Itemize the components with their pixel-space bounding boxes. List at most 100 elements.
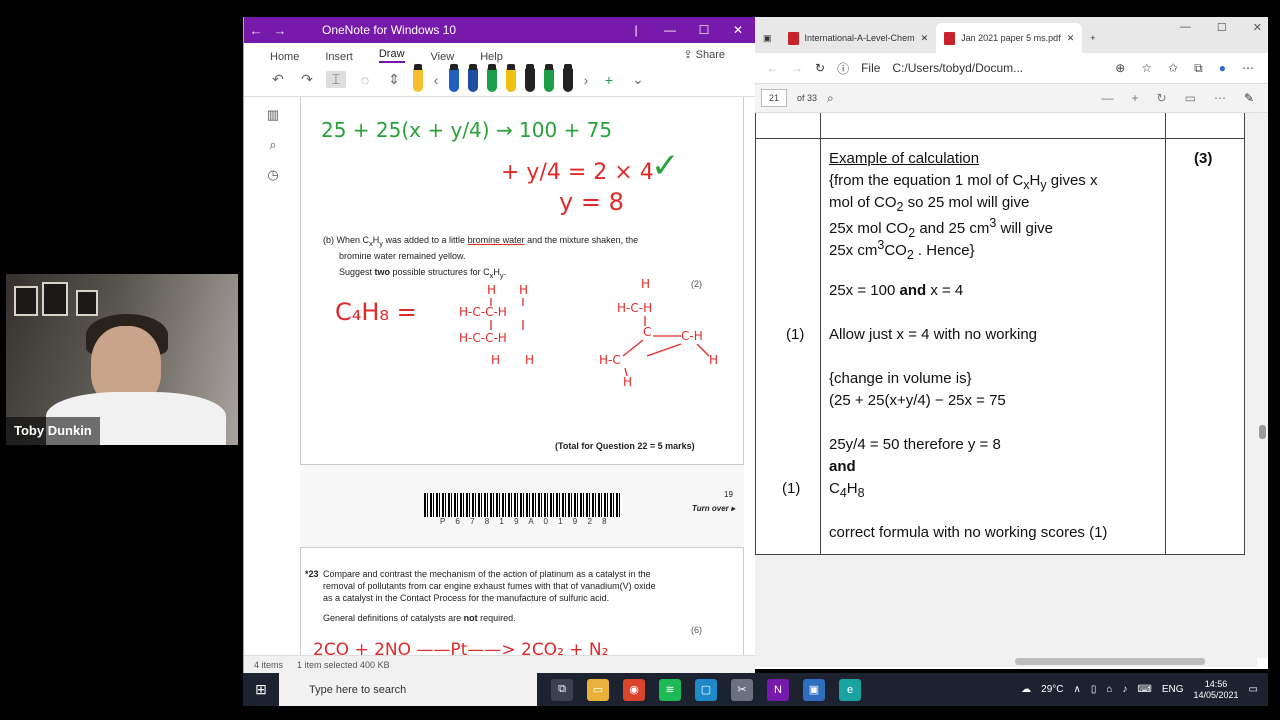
lasso-select-icon[interactable]: ◌	[355, 72, 375, 88]
minimize-icon[interactable]: —	[653, 17, 687, 43]
new-tab-icon[interactable]: +	[1082, 23, 1103, 53]
browser-tab-active[interactable]: Jan 2021 paper 5 ms.pdf ✕	[936, 23, 1083, 53]
file-explorer-icon[interactable]: ▭	[587, 678, 609, 701]
edge-icon[interactable]: e	[839, 678, 861, 701]
onenote-icon[interactable]: N	[767, 678, 789, 701]
scrollbar-thumb[interactable]	[1259, 425, 1266, 439]
back-arrow-icon[interactable]: ←	[767, 61, 779, 75]
battery-icon[interactable]: ▯	[1091, 684, 1097, 695]
forward-arrow-icon[interactable]: →	[791, 61, 803, 75]
notebooks-icon[interactable]: ▥	[267, 107, 279, 123]
chevron-right-icon[interactable]: ›	[582, 72, 590, 88]
undo-icon[interactable]: ↶	[268, 71, 288, 88]
collections-icon[interactable]: ⧉	[1194, 61, 1203, 76]
app-icon[interactable]: ▢	[695, 678, 717, 701]
recent-icon[interactable]: ◷	[267, 167, 278, 183]
pen-green-icon[interactable]	[487, 63, 497, 92]
pin-icon[interactable]: ✎	[1244, 91, 1254, 105]
tab-actions-icon[interactable]: ▣	[755, 23, 780, 53]
tab-home[interactable]: Home	[270, 51, 299, 63]
rotate-icon[interactable]: ↻	[1157, 91, 1167, 105]
svg-text:H: H	[709, 353, 718, 367]
chevron-down-icon[interactable]: ⌄	[628, 71, 648, 88]
redo-icon[interactable]: ↷	[297, 71, 317, 88]
favorites-icon[interactable]: ✩	[1168, 61, 1178, 76]
insert-space-icon[interactable]: ⇕	[384, 71, 404, 88]
back-arrow-icon[interactable]: ←	[244, 23, 268, 38]
search-icon[interactable]: ⌕	[269, 137, 276, 153]
start-button[interactable]: ⊞	[243, 681, 279, 698]
more-icon[interactable]: ⋯	[1242, 61, 1254, 76]
url-field[interactable]: ⓘ File C:/Users/tobyd/Docum...	[837, 60, 1023, 77]
maximize-icon[interactable]: ☐	[1217, 21, 1227, 34]
highlighter-pen-icon[interactable]	[413, 63, 423, 92]
favorite-icon[interactable]: ☆	[1141, 61, 1152, 76]
vertical-scrollbar[interactable]	[1257, 113, 1268, 658]
share-button[interactable]: ⇪ Share	[683, 48, 725, 61]
page-canvas[interactable]: 25 + 25(x + y/4) → 100 + 75 + y/4 = 2 × …	[300, 97, 744, 655]
pen-navy-icon[interactable]	[468, 63, 478, 92]
scrollbar-thumb[interactable]	[1015, 658, 1205, 665]
close-icon[interactable]: ✕	[1253, 21, 1262, 34]
pdf-icon	[787, 31, 799, 45]
pen-green-icon[interactable]	[544, 63, 554, 92]
keyboard-icon[interactable]: ⌨	[1137, 684, 1151, 695]
chevron-up-icon[interactable]: ∧	[1074, 684, 1081, 695]
temperature[interactable]: 29°C	[1041, 684, 1063, 695]
photos-icon[interactable]: ▣	[803, 678, 825, 701]
horizontal-scrollbar[interactable]	[755, 656, 1257, 667]
handwritten-equation: 25 + 25(x + y/4) → 100 + 75	[321, 118, 613, 142]
close-tab-icon[interactable]: ✕	[1067, 33, 1075, 44]
browser-tab[interactable]: International-A-Level-Chem ✕	[780, 23, 937, 53]
snipping-tool-icon[interactable]: ✂	[731, 678, 753, 701]
page-view-icon[interactable]: ▭	[1185, 91, 1196, 105]
network-icon[interactable]: ⌂	[1106, 684, 1112, 695]
svg-text:H: H	[623, 375, 632, 388]
svg-text:H-C-C-H: H-C-C-H	[459, 305, 507, 319]
spotify-icon[interactable]: ≋	[659, 678, 681, 701]
maximize-icon[interactable]: ☐	[687, 17, 721, 43]
refresh-icon[interactable]: ↻	[815, 61, 825, 75]
close-icon[interactable]: ✕	[721, 17, 755, 43]
svg-text:H: H	[641, 278, 650, 291]
taskbar-search[interactable]: Type here to search	[279, 673, 537, 706]
pen-black-icon[interactable]	[525, 63, 535, 92]
clock[interactable]: 14:56 14/05/2021	[1194, 679, 1239, 701]
question-b-text: (b) When CxHy was added to a little brom…	[323, 235, 639, 261]
volume-icon[interactable]: ♪	[1122, 684, 1127, 695]
chevron-left-icon[interactable]: ‹	[432, 72, 440, 88]
close-tab-icon[interactable]: ✕	[921, 33, 929, 44]
text-select-icon[interactable]: ⌶	[326, 71, 346, 88]
tab-help[interactable]: Help	[480, 51, 503, 63]
more-icon[interactable]: ⋯	[1214, 91, 1226, 105]
tab-insert[interactable]: Insert	[325, 51, 353, 63]
chrome-icon[interactable]: ◉	[623, 678, 645, 701]
pen-black-icon[interactable]	[563, 63, 573, 92]
forward-arrow-icon[interactable]: →	[268, 23, 292, 38]
weather-icon[interactable]: ☁	[1021, 684, 1031, 695]
add-pen-icon[interactable]: +	[599, 72, 619, 88]
task-view-icon[interactable]: ⧉	[551, 678, 573, 701]
zoom-in-icon[interactable]: +	[1132, 91, 1139, 105]
markscheme-line: 25x cm3CO2 . Hence}	[829, 238, 975, 262]
question-23-text: Compare and contrast the mechanism of th…	[323, 569, 656, 603]
pen-yellow-icon[interactable]	[506, 63, 516, 92]
profile-icon[interactable]: ●	[1219, 61, 1226, 76]
pdf-document: Example of calculation (3) {from the equ…	[755, 113, 1257, 658]
search-icon[interactable]: ⌕	[827, 91, 834, 106]
zoom-out-icon[interactable]: —	[1102, 91, 1114, 105]
zoom-icon[interactable]: ⊕	[1115, 61, 1125, 76]
notifications-icon[interactable]: ▭	[1249, 684, 1258, 695]
minimize-icon[interactable]: —	[1180, 21, 1191, 34]
language-indicator[interactable]: ENG	[1162, 684, 1184, 695]
tab-draw[interactable]: Draw	[378, 48, 405, 63]
page-number-input[interactable]: 21	[761, 89, 787, 107]
question-23-note: General definitions of catalysts are not…	[323, 613, 516, 623]
tab-view[interactable]: View	[431, 51, 455, 63]
svg-text:H: H	[525, 353, 534, 367]
page-total: of 33	[797, 93, 818, 103]
worksheet-page: *23 Compare and contrast the mechanism o…	[300, 547, 744, 655]
onenote-titlebar: ← → OneNote for Windows 10 | — ☐ ✕	[244, 17, 755, 43]
svg-text:H: H	[519, 283, 528, 297]
pen-blue-icon[interactable]	[449, 63, 459, 92]
